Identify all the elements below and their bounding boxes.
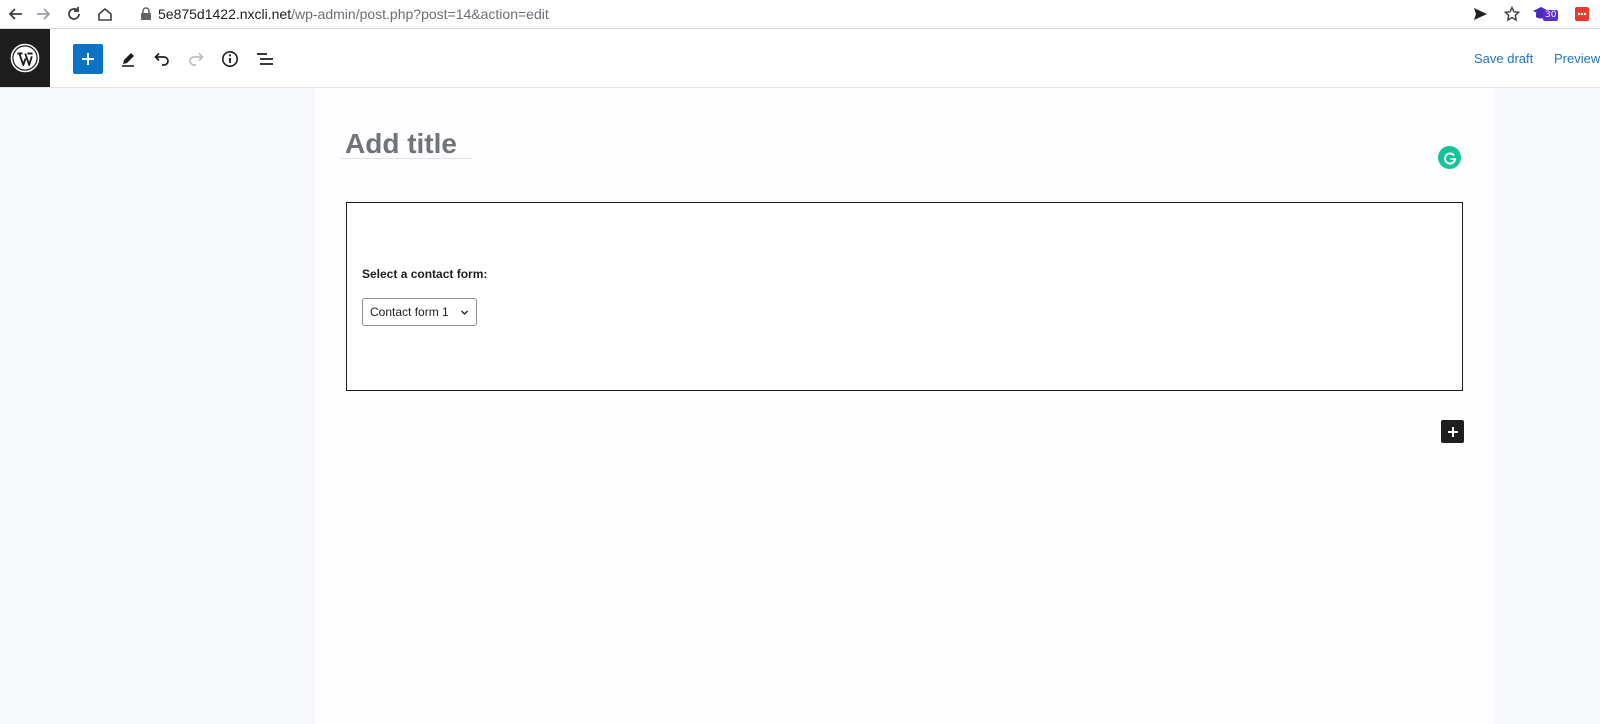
title-underline (340, 158, 472, 159)
bookmark-star-icon[interactable] (1500, 2, 1524, 26)
list-view-icon (257, 53, 273, 65)
undo-icon (154, 52, 169, 66)
url-path: /wp-admin/post.php?post=14&action=edit (291, 6, 549, 22)
forward-icon[interactable] (31, 2, 55, 26)
send-icon[interactable] (1468, 2, 1492, 26)
details-button[interactable] (215, 44, 245, 74)
chevron-down-icon (461, 310, 468, 315)
reload-icon[interactable] (62, 2, 86, 26)
preview-button[interactable]: Preview (1554, 51, 1600, 66)
extension-badge: 30 (1543, 10, 1559, 21)
home-icon[interactable] (93, 2, 117, 26)
editor-header: Save draft Preview (0, 29, 1600, 88)
save-draft-button[interactable]: Save draft (1474, 51, 1533, 66)
plus-icon (1447, 426, 1458, 437)
add-block-button[interactable] (73, 44, 103, 74)
plus-icon (82, 53, 94, 65)
url-host: 5e875d1422.nxcli.net (158, 6, 292, 22)
contact-form-selected-value: Contact form 1 (370, 305, 449, 319)
extension-red-icon[interactable] (1570, 2, 1594, 26)
tools-pencil-button[interactable] (113, 44, 143, 74)
contact-form-select[interactable]: Contact form 1 (362, 298, 477, 326)
lock-icon[interactable] (134, 2, 158, 26)
redo-button[interactable] (181, 44, 211, 74)
redo-icon (189, 52, 204, 66)
info-icon (222, 51, 238, 67)
block-inserter-button[interactable] (1441, 420, 1464, 443)
browser-toolbar: 5e875d1422.nxcli.net/wp-admin/post.php?p… (0, 0, 1600, 29)
list-view-button[interactable] (250, 44, 280, 74)
contact-form-label: Select a contact form: (362, 267, 488, 281)
address-bar[interactable]: 5e875d1422.nxcli.net/wp-admin/post.php?p… (158, 4, 549, 24)
grammarly-icon[interactable] (1438, 146, 1461, 169)
editor-canvas (315, 88, 1495, 724)
undo-button[interactable] (147, 44, 177, 74)
wordpress-logo-icon[interactable] (0, 29, 50, 87)
pencil-icon (122, 53, 134, 67)
contact-form-block[interactable]: Select a contact form: Contact form 1 (346, 202, 1463, 391)
post-title-input[interactable]: Add title (345, 128, 457, 160)
back-icon[interactable] (4, 2, 28, 26)
